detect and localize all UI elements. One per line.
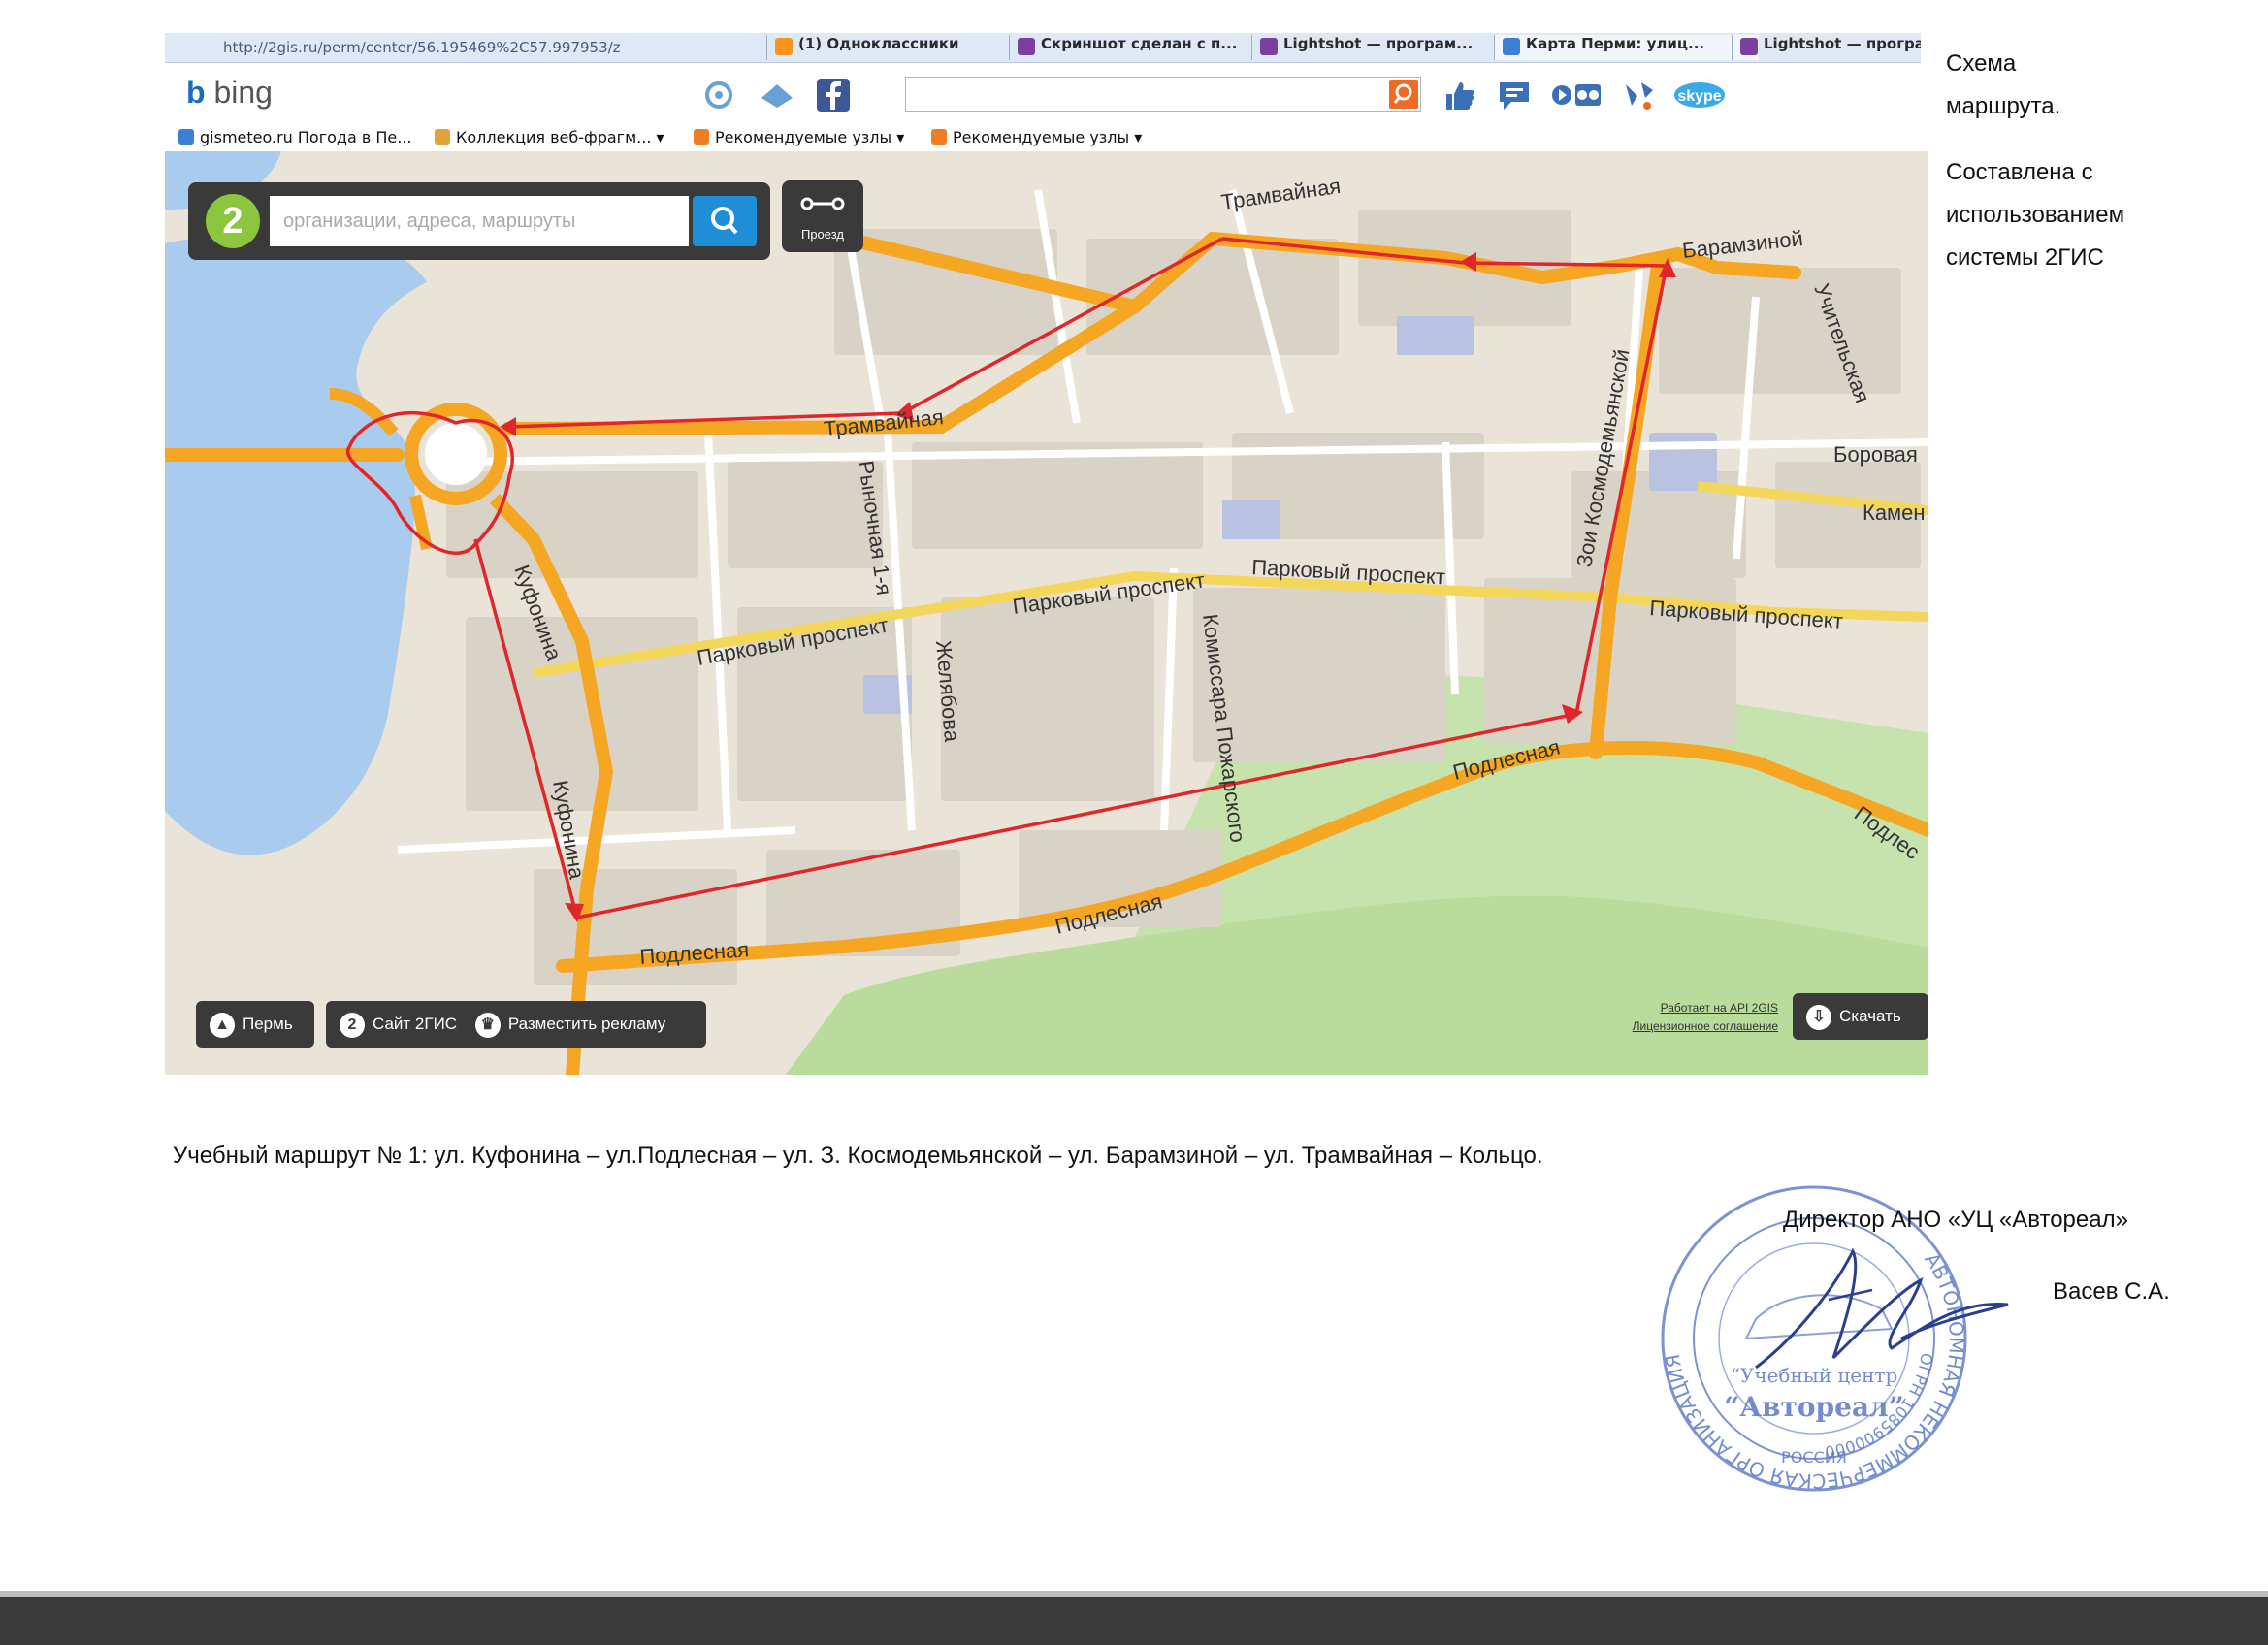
tab-screenshot[interactable]: Скриншот сделан с п... <box>1009 35 1279 60</box>
odnoklassniki-icon <box>775 38 793 55</box>
favorite-label: Рекомендуемые узлы <box>953 128 1130 146</box>
crown-icon: ♛ <box>474 1012 501 1038</box>
favorites-bar: gismeteo.ru Погода в Пе... Коллекция веб… <box>165 123 1921 154</box>
weather-icon[interactable] <box>700 77 737 113</box>
map-canvas[interactable]: Трамвайная Трамвайная Барамзиной Учитель… <box>165 151 1928 1075</box>
skype-icon[interactable]: skype <box>1672 77 1727 113</box>
address-bar[interactable]: http://2gis.ru/perm/center/56.195469%2C5… <box>223 39 621 56</box>
route-button[interactable]: Проезд <box>782 180 863 252</box>
scheme-note-source: Составлена с использованием системы 2ГИС <box>1946 151 2124 279</box>
scheme-note-line: Составлена с <box>1946 159 2093 185</box>
city-button-label: Пермь <box>243 1015 293 1033</box>
scheme-note-line: Схема <box>1946 50 2017 77</box>
scheme-note-line: использованием <box>1946 202 2125 228</box>
like-icon[interactable] <box>1441 77 1477 113</box>
api-credit-link[interactable]: Работает на API 2GIS <box>1633 999 1778 1017</box>
map-search-panel: 2 <box>188 182 770 260</box>
route-button-label: Проезд <box>800 227 844 242</box>
tab-lightshot[interactable]: Lightshot — програм... <box>1251 35 1521 60</box>
video-icon[interactable] <box>1550 77 1603 113</box>
bing-fav-icon <box>931 129 947 145</box>
site-2gis-link[interactable]: Сайт 2ГИС <box>373 1015 457 1033</box>
street-label: Трамвайная <box>823 404 945 441</box>
download-icon: ⇩ <box>1806 1004 1831 1030</box>
svg-text:skype: skype <box>1677 88 1721 105</box>
lightshot-icon <box>1740 38 1758 55</box>
mail-icon[interactable] <box>759 77 795 113</box>
bing-search-input[interactable] <box>905 77 1421 112</box>
scheme-note-line: маршрута. <box>1946 93 2061 119</box>
street-label: Камен <box>1863 500 1926 525</box>
tab-label: (1) Одноклассники <box>798 35 959 52</box>
search-icon <box>711 207 738 235</box>
gismeteo-icon <box>178 129 194 145</box>
scheme-note-title: Схема маршрута. <box>1946 43 2060 128</box>
lightshot-icon <box>1018 38 1035 55</box>
facebook-icon[interactable] <box>815 77 852 113</box>
tab-odnoklassniki[interactable]: (1) Одноклассники <box>766 35 1036 60</box>
favorite-label: gismeteo.ru Погода в Пе... <box>200 128 412 146</box>
route-icon <box>800 197 845 210</box>
street-label: Боровая <box>1833 442 1918 467</box>
2gis-logo[interactable]: 2 <box>206 194 260 248</box>
street-label: Барамзиной <box>1681 226 1804 263</box>
license-link[interactable]: Лицензионное соглашение <box>1633 1017 1778 1036</box>
browser-window: http://2gis.ru/perm/center/56.195469%2C5… <box>165 33 1921 154</box>
tab-bar: http://2gis.ru/perm/center/56.195469%2C5… <box>165 33 1921 63</box>
map-search-input[interactable] <box>270 196 689 246</box>
favorite-suggested-sites-1[interactable]: Рекомендуемые узлы ▾ <box>694 128 904 146</box>
stamp-line-2: “Автореал” <box>1724 1391 1904 1423</box>
scheme-note-line: системы 2ГИС <box>1946 244 2104 271</box>
2gis-logo-icon: 2 <box>340 1012 365 1038</box>
tab-label: Lightshot — програм... <box>1283 35 1474 52</box>
favorite-web-slice-gallery[interactable]: Коллекция веб-фрагм... ▾ <box>435 128 664 146</box>
bing-logo-text: bing <box>213 75 273 110</box>
tab-label: Lightshot — програ <box>1764 35 1921 52</box>
scan-border <box>0 1597 2268 1645</box>
webslice-icon <box>435 129 450 145</box>
map-view[interactable]: Трамвайная Трамвайная Барамзиной Учитель… <box>165 151 1928 1075</box>
tab-lightshot-2[interactable]: Lightshot — програ <box>1732 35 1921 60</box>
site-and-ads-bar: 2 Сайт 2ГИС ♛ Разместить рекламу <box>326 1001 706 1048</box>
chat-icon[interactable] <box>1496 77 1533 113</box>
stamp-country: РОССИЯ <box>1781 1448 1847 1467</box>
ie-icon <box>1503 38 1520 55</box>
bing-logo[interactable]: b bing <box>186 75 273 111</box>
route-caption: Учебный маршрут № 1: ул. Куфонина – ул.П… <box>173 1143 1543 1169</box>
search-icon <box>1393 83 1412 104</box>
favorite-label: Рекомендуемые узлы <box>715 128 892 146</box>
director-name: Васев С.А. <box>2053 1278 2170 1305</box>
tab-label: Скриншот сделан с п... <box>1041 35 1238 52</box>
city-button[interactable]: ▲ Пермь <box>196 1001 314 1048</box>
tab-label: Карта Перми: улиц... <box>1526 35 1705 52</box>
favorite-label: Коллекция веб-фрагм... <box>456 128 652 146</box>
favorite-suggested-sites-2[interactable]: Рекомендуемые узлы ▾ <box>931 128 1142 146</box>
games-icon[interactable] <box>1620 77 1657 113</box>
lightshot-icon <box>1260 38 1278 55</box>
city-icon: ▲ <box>210 1012 235 1038</box>
download-button-label: Скачать <box>1839 1007 1901 1025</box>
place-ad-link[interactable]: Разместить рекламу <box>508 1015 665 1033</box>
api-credits: Работает на API 2GIS Лицензионное соглаш… <box>1633 999 1778 1036</box>
bing-fav-icon <box>694 129 709 145</box>
reservoir-water <box>165 236 427 855</box>
tab-perm-map[interactable]: Карта Перми: улиц... <box>1494 35 1759 60</box>
bing-toolbar: b bing skype <box>165 63 1921 123</box>
download-button[interactable]: ⇩ Скачать <box>1793 993 1928 1040</box>
map-search-button[interactable] <box>693 196 757 246</box>
director-title: Директор АНО «УЦ «Автореал» <box>1783 1207 2128 1233</box>
search-button[interactable] <box>1389 80 1418 109</box>
street-label: Трамвайная <box>1219 174 1342 214</box>
favorite-gismeteo[interactable]: gismeteo.ru Погода в Пе... <box>178 128 412 146</box>
handwritten-signature <box>1755 1247 2009 1370</box>
